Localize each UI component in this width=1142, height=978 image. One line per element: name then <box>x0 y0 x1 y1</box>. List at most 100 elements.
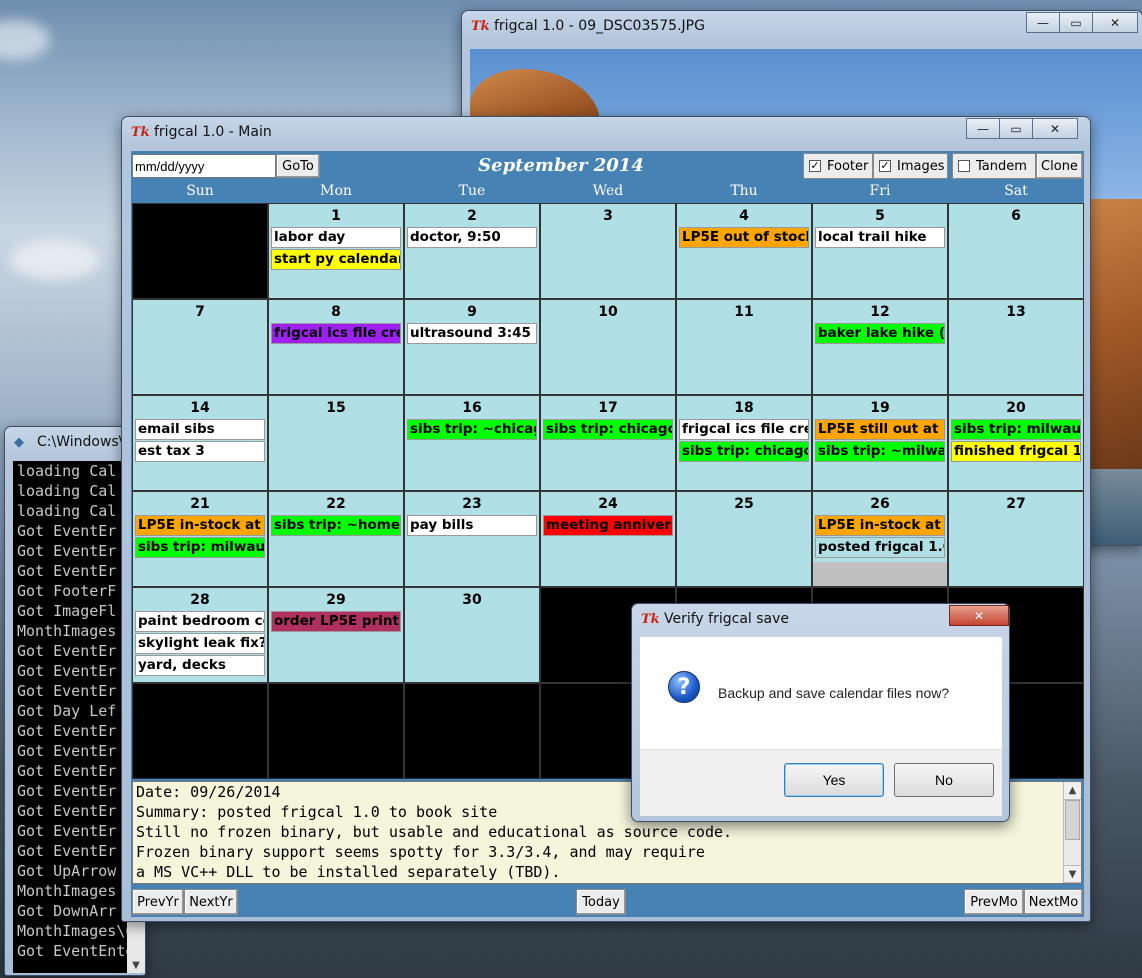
event-entry[interactable]: sibs trip: ~chicago <box>407 419 537 440</box>
minimize-button[interactable]: — <box>1026 12 1060 33</box>
event-entry[interactable]: paint bedroom ceil <box>135 611 265 632</box>
maximize-button[interactable]: ▭ <box>999 118 1033 139</box>
event-entry[interactable]: LP5E in-stock at ar <box>815 515 945 536</box>
day-cell[interactable]: 12 baker lake hike (gr <box>812 299 948 395</box>
event-entry[interactable]: LP5E out of stock, <box>679 227 809 248</box>
event-entry[interactable]: labor day <box>271 227 401 248</box>
prev-year-button[interactable]: PrevYr <box>132 889 184 915</box>
event-entry[interactable]: LP5E still out at bo <box>815 419 945 440</box>
event-entry[interactable]: sibs trip: milwauke <box>951 419 1081 440</box>
minimize-button[interactable]: — <box>966 118 1000 139</box>
next-year-button[interactable]: NextYr <box>184 889 238 915</box>
footer-toggle[interactable]: ✓ Footer <box>803 153 873 179</box>
empty-day-cell[interactable] <box>132 203 268 299</box>
event-entry[interactable]: meeting anniversa <box>543 515 673 536</box>
event-entry[interactable]: frigcal ics file crea <box>271 323 401 344</box>
day-cell[interactable]: 23 pay bills <box>404 491 540 587</box>
day-cell[interactable]: 24 meeting anniversa <box>540 491 676 587</box>
summary-scrollbar[interactable]: ▲ ▼ <box>1063 782 1081 883</box>
date-input[interactable] <box>132 154 276 178</box>
day-cell[interactable]: 1 labor daystart py calendar c <box>268 203 404 299</box>
event-entry[interactable]: ultrasound 3:45 <box>407 323 537 344</box>
event-entry[interactable]: start py calendar c <box>271 249 401 270</box>
event-entry[interactable]: finished frigcal 1.0 <box>951 441 1081 462</box>
empty-day-cell[interactable] <box>404 683 540 779</box>
tandem-toggle[interactable]: Tandem <box>952 153 1036 179</box>
event-entry[interactable]: yard, decks <box>135 655 265 676</box>
maximize-button[interactable]: ▭ <box>1059 12 1093 33</box>
event-entry[interactable]: baker lake hike (gr <box>815 323 945 344</box>
dialog-titlebar[interactable]: Tk Verify frigcal save ✕ <box>632 604 1009 634</box>
day-cell[interactable]: 30 <box>404 587 540 683</box>
day-cell[interactable]: 17 sibs trip: chicago <box>540 395 676 491</box>
verify-save-dialog[interactable]: Tk Verify frigcal save ✕ ? Backup and sa… <box>631 603 1010 822</box>
event-entry[interactable]: sibs trip: chicago <box>543 419 673 440</box>
day-cell[interactable]: 16 sibs trip: ~chicago <box>404 395 540 491</box>
event-entry[interactable]: sibs trip: milwauke <box>135 537 265 558</box>
day-cell[interactable]: 14 email sibs est tax 3 <box>132 395 268 491</box>
image-window-titlebar[interactable]: Tk frigcal 1.0 - 09_DSC03575.JPG — ▭ ✕ <box>462 11 1142 41</box>
event-entry[interactable]: est tax 3 <box>135 441 265 462</box>
images-checkbox[interactable]: ✓ <box>879 160 891 172</box>
day-cell[interactable]: 8 frigcal ics file crea <box>268 299 404 395</box>
event-entry[interactable]: skylight leak fix?, a <box>135 633 265 654</box>
images-toggle[interactable]: ✓ Images <box>873 153 948 179</box>
chevron-down-icon[interactable]: ▼ <box>127 960 145 971</box>
day-cell[interactable]: 19 LP5E still out at bosibs trip: ~milwau… <box>812 395 948 491</box>
event-entry[interactable]: sibs trip: chicago <box>679 441 809 462</box>
day-cell[interactable]: 10 <box>540 299 676 395</box>
day-cell[interactable]: 7 <box>132 299 268 395</box>
footer-checkbox[interactable]: ✓ <box>809 160 821 172</box>
close-button[interactable]: ✕ <box>1092 12 1138 33</box>
clone-button[interactable]: Clone <box>1036 153 1083 179</box>
goto-button[interactable]: GoTo <box>276 154 320 178</box>
tandem-checkbox[interactable] <box>958 160 970 172</box>
day-cell[interactable]: 21 LP5E in-stock at orsibs trip: milwauke <box>132 491 268 587</box>
chevron-up-icon[interactable]: ▲ <box>1064 782 1081 800</box>
prev-month-button[interactable]: PrevMo <box>964 889 1024 915</box>
day-number: 11 <box>734 304 754 320</box>
day-cell[interactable]: 13 <box>948 299 1084 395</box>
empty-day-cell[interactable] <box>268 683 404 779</box>
close-button[interactable]: ✕ <box>949 605 1009 626</box>
day-cell[interactable]: 28 paint bedroom ceilskylight leak fix?, … <box>132 587 268 683</box>
day-cell[interactable]: 9 ultrasound 3:45 <box>404 299 540 395</box>
day-cell[interactable]: 20 sibs trip: milwaukefinished frigcal 1.… <box>948 395 1084 491</box>
event-entry[interactable]: frigcal ics file crea <box>679 419 809 440</box>
event-entry[interactable]: sibs trip: ~home <box>271 515 401 536</box>
event-entry[interactable]: doctor, 9:50 <box>407 227 537 248</box>
no-button[interactable]: No <box>894 763 994 797</box>
empty-day-cell[interactable] <box>132 683 268 779</box>
dialog-title: Verify frigcal save <box>664 611 790 627</box>
day-number: 29 <box>326 592 346 608</box>
day-cell[interactable]: 26 LP5E in-stock at arposted frigcal 1.0 … <box>812 491 948 587</box>
main-titlebar[interactable]: Tk frigcal 1.0 - Main — ▭ ✕ <box>122 117 1090 147</box>
event-entry[interactable]: posted frigcal 1.0 t <box>815 537 945 558</box>
event-entry[interactable]: sibs trip: ~milwauk <box>815 441 945 462</box>
desktop-cloud <box>0 20 50 60</box>
day-cell[interactable]: 29 order LP5E print # <box>268 587 404 683</box>
today-button[interactable]: Today <box>576 889 626 915</box>
day-cell[interactable]: 15 <box>268 395 404 491</box>
scrollbar-thumb[interactable] <box>1065 800 1080 840</box>
day-cell[interactable]: 18 frigcal ics file crea sibs trip: chicag… <box>676 395 812 491</box>
day-cell[interactable]: 2 doctor, 9:50 <box>404 203 540 299</box>
day-number: 1 <box>331 208 341 224</box>
event-entry[interactable]: local trail hike <box>815 227 945 248</box>
day-cell[interactable]: 22 sibs trip: ~home <box>268 491 404 587</box>
day-cell[interactable]: 5 local trail hike <box>812 203 948 299</box>
yes-button[interactable]: Yes <box>784 763 884 797</box>
event-entry[interactable]: LP5E in-stock at or <box>135 515 265 536</box>
day-cell[interactable]: 25 <box>676 491 812 587</box>
close-button[interactable]: ✕ <box>1032 118 1078 139</box>
day-cell[interactable]: 4 LP5E out of stock, <box>676 203 812 299</box>
next-month-button[interactable]: NextMo <box>1024 889 1083 915</box>
day-cell[interactable]: 3 <box>540 203 676 299</box>
day-cell[interactable]: 11 <box>676 299 812 395</box>
day-cell[interactable]: 6 <box>948 203 1084 299</box>
event-entry[interactable]: pay bills <box>407 515 537 536</box>
event-entry[interactable]: email sibs <box>135 419 265 440</box>
event-entry[interactable]: order LP5E print # <box>271 611 401 632</box>
chevron-down-icon[interactable]: ▼ <box>1064 865 1081 883</box>
day-cell[interactable]: 27 <box>948 491 1084 587</box>
